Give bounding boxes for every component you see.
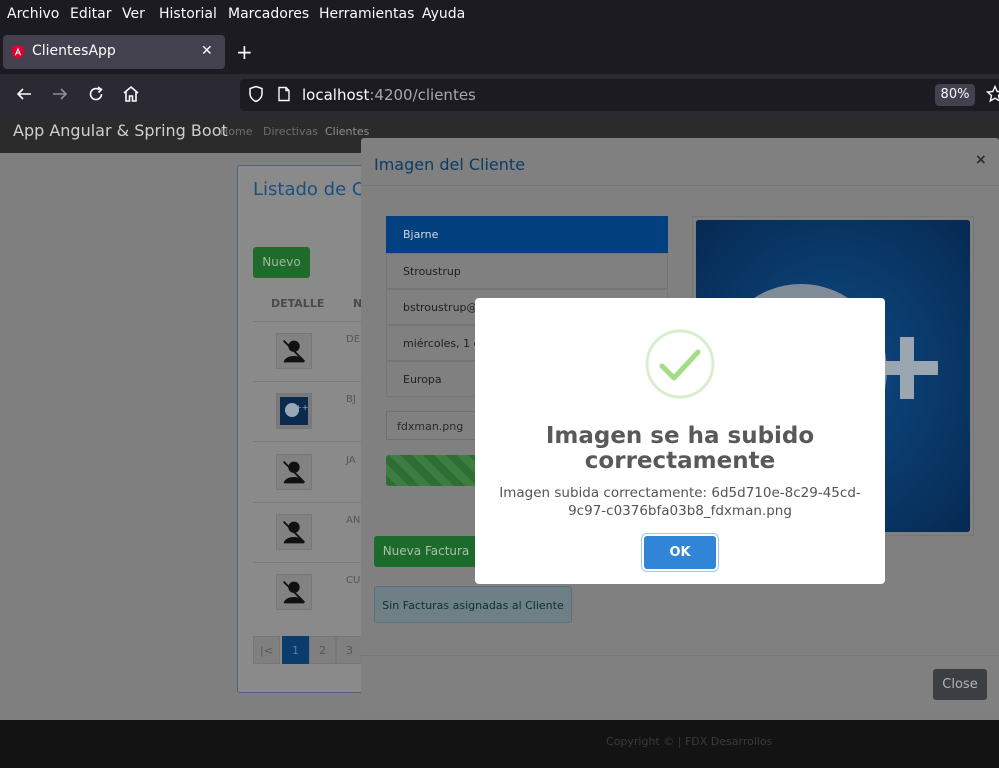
home-icon[interactable] (121, 84, 141, 104)
nuevo-button[interactable]: Nuevo (253, 247, 310, 278)
file-input[interactable]: fdxman.png (386, 411, 486, 440)
nav-clientes[interactable]: Clientes (325, 125, 369, 138)
no-user-icon (282, 580, 306, 604)
menu-ver[interactable]: Ver (122, 6, 145, 22)
menu-marcadores[interactable]: Marcadores (228, 6, 309, 22)
dialog-title: Imagen se ha subido correctamente (545, 423, 815, 474)
user-placeholder-thumbnail[interactable] (276, 454, 312, 490)
app-footer (0, 720, 999, 768)
page-icon[interactable] (276, 86, 292, 102)
pagination-page-3[interactable]: 3 (336, 636, 363, 664)
success-check-icon (645, 329, 715, 399)
table-divider (253, 321, 363, 322)
pagination-page-2[interactable]: 2 (309, 636, 336, 664)
menu-herramientas[interactable]: Herramientas (319, 6, 414, 22)
modal-close-icon[interactable]: × (975, 152, 987, 168)
table-cell: CU (346, 575, 361, 586)
close-button[interactable]: Close (933, 669, 987, 700)
modal-divider (361, 185, 999, 186)
menu-ayuda[interactable]: Ayuda (422, 6, 465, 22)
cpp-logo-icon: ++ (280, 397, 308, 425)
menu-archivo[interactable]: Archivo (7, 6, 59, 22)
user-photo-thumbnail[interactable]: ++ (276, 393, 312, 429)
nueva-factura-button[interactable]: Nueva Factura (374, 536, 478, 567)
ok-button[interactable]: OK (644, 536, 716, 569)
user-placeholder-thumbnail[interactable] (276, 333, 312, 369)
tab-close-icon[interactable]: ✕ (201, 43, 213, 59)
table-header-detalle: DETALLE (271, 297, 325, 310)
modal-divider (361, 655, 999, 656)
dialog-message: Imagen subida correctamente: 6d5d710e-8c… (499, 485, 861, 519)
upload-progress-bar (386, 455, 486, 486)
no-user-icon (282, 520, 306, 544)
table-cell: DE (346, 334, 361, 345)
nav-directivas[interactable]: Directivas (263, 125, 318, 138)
shield-icon[interactable] (247, 85, 265, 103)
back-arrow-icon[interactable] (14, 84, 34, 104)
footer-text: Copyright © | FDX Desarrollos (606, 735, 773, 748)
tab-title: ClientesApp (32, 43, 116, 59)
table-divider (253, 381, 363, 382)
detail-apellido: Stroustrup (386, 253, 668, 289)
url-text[interactable]: localhost:4200/clientes (302, 86, 476, 104)
sin-facturas-alert: Sin Facturas asignadas al Cliente (374, 586, 572, 623)
table-cell: JA (346, 455, 356, 466)
nav-home[interactable]: Home (220, 125, 252, 138)
no-user-icon (282, 460, 306, 484)
zoom-indicator[interactable]: 80% (935, 84, 975, 106)
browser-menubar: Archivo Editar Ver Historial Marcadores … (0, 0, 999, 30)
user-placeholder-thumbnail[interactable] (276, 514, 312, 550)
reload-icon[interactable] (86, 84, 106, 104)
forward-arrow-icon[interactable] (50, 84, 70, 104)
clientes-card (237, 165, 377, 693)
user-placeholder-thumbnail[interactable] (276, 574, 312, 610)
bookmark-star-icon[interactable] (986, 85, 999, 103)
new-tab-icon[interactable]: + (236, 40, 253, 64)
angular-favicon-icon (11, 45, 25, 59)
pagination-page-1[interactable]: 1 (282, 636, 309, 664)
menu-historial[interactable]: Historial (159, 6, 217, 22)
menu-editar[interactable]: Editar (70, 6, 111, 22)
app-brand[interactable]: App Angular & Spring Boot (13, 121, 228, 140)
table-divider (253, 441, 363, 442)
table-divider (253, 562, 363, 563)
modal-title: Imagen del Cliente (374, 155, 526, 174)
table-cell: AN (346, 515, 361, 526)
detail-nombre: Bjarne (386, 216, 668, 253)
no-user-icon (282, 339, 306, 363)
table-divider (253, 502, 363, 503)
table-cell: BJ (346, 394, 356, 405)
pagination-first[interactable]: |< (253, 636, 280, 664)
